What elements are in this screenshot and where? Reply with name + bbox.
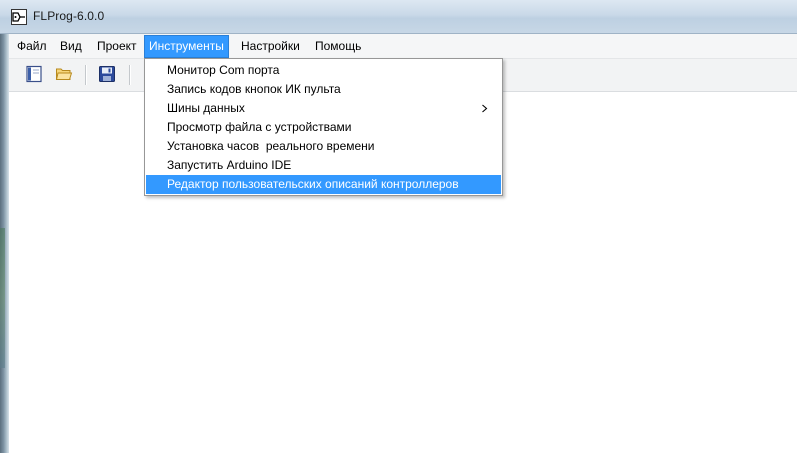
menu-project[interactable]: Проект — [93, 36, 141, 56]
menu-help[interactable]: Помощь — [311, 36, 365, 56]
desktop-background — [0, 28, 9, 453]
menu-view[interactable]: Вид — [56, 36, 86, 56]
menu-tools[interactable]: Инструменты — [144, 35, 229, 58]
menu-item-label: Редактор пользовательских описаний контр… — [167, 177, 459, 191]
menu-item-launch-arduino-ide[interactable]: Запустить Arduino IDE — [146, 156, 501, 175]
menu-item-rtc-setup[interactable]: Установка часов реального времени — [146, 137, 501, 156]
menu-item-data-buses[interactable]: Шины данных — [146, 99, 501, 118]
window-title: FLProg-6.0.0 — [33, 9, 105, 23]
flprog-app-icon[interactable] — [11, 9, 27, 25]
menu-item-ir-codes[interactable]: Запись кодов кнопок ИК пульта — [146, 80, 501, 99]
menu-item-label: Запись кодов кнопок ИК пульта — [167, 82, 341, 96]
title-bar[interactable]: FLProg-6.0.0 — [0, 0, 797, 34]
open-folder-icon[interactable] — [55, 65, 73, 83]
menu-file[interactable]: Файл — [13, 36, 51, 56]
menu-item-controller-editor[interactable]: Редактор пользовательских описаний контр… — [146, 175, 501, 194]
save-icon[interactable] — [98, 65, 116, 83]
menu-item-label: Запустить Arduino IDE — [167, 158, 292, 172]
app-window: FLProg-6.0.0 Файл Вид Проект Инструменты… — [0, 0, 797, 453]
menu-item-label: Шины данных — [167, 101, 245, 115]
tools-dropdown-menu: Монитор Com порта Запись кодов кнопок ИК… — [144, 58, 503, 196]
menu-bar: Файл Вид Проект Инструменты Настройки По… — [9, 34, 797, 59]
menu-settings[interactable]: Настройки — [237, 36, 304, 56]
menu-item-label: Установка часов реального времени — [167, 139, 375, 153]
menu-item-com-monitor[interactable]: Монитор Com порта — [146, 61, 501, 80]
new-project-icon[interactable] — [25, 65, 43, 83]
chevron-right-icon — [482, 104, 488, 113]
menu-item-label: Монитор Com порта — [167, 63, 280, 77]
menu-item-device-file[interactable]: Просмотр файла с устройствами — [146, 118, 501, 137]
toolbar-separator — [85, 65, 87, 85]
toolbar-separator — [129, 65, 131, 85]
menu-item-label: Просмотр файла с устройствами — [167, 120, 352, 134]
